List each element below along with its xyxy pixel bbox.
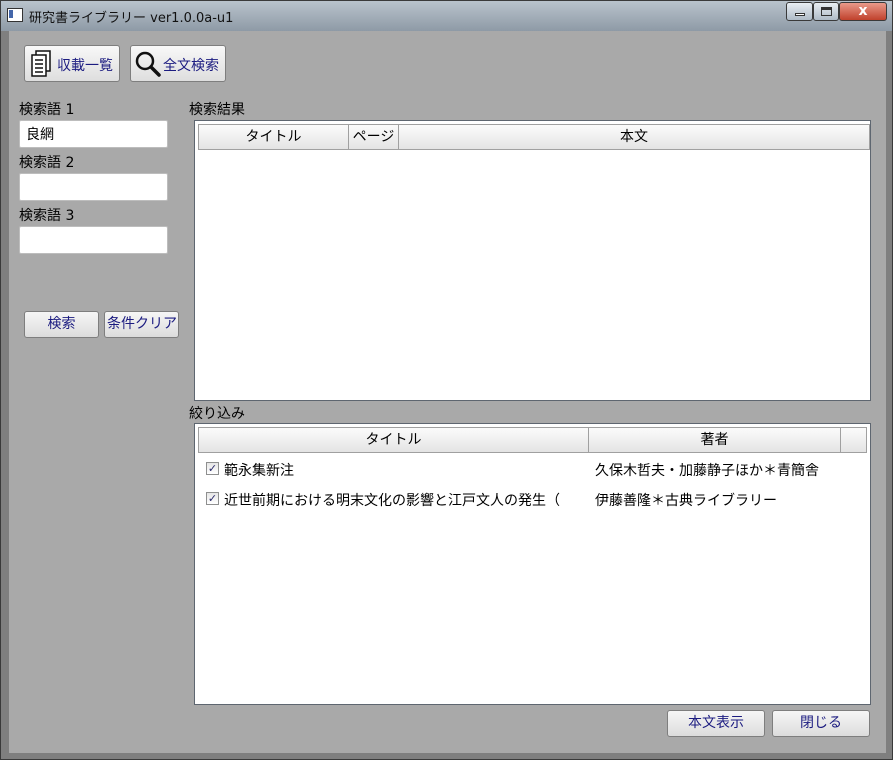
app-window: 研究書ライブラリー ver1.0.0a-u1 x 収載一覧 全文検索 検索語 1… xyxy=(0,0,893,760)
close-button[interactable]: 閉じる xyxy=(772,710,870,737)
results-header-page[interactable]: ページ xyxy=(348,124,399,150)
maximize-button[interactable] xyxy=(813,2,839,21)
filter-header-spacer xyxy=(840,427,867,453)
window-title: 研究書ライブラリー ver1.0.0a-u1 xyxy=(29,11,234,26)
term1-input[interactable] xyxy=(19,120,168,148)
main-content: 収載一覧 全文検索 検索語 1 検索語 2 検索語 3 検索 条件クリア 検索結… xyxy=(9,31,886,753)
filter-row[interactable]: ✓ 近世前期における明末文化の影響と江戸文人の発生（ 伊藤善隆＊古典ライブラリー xyxy=(200,487,860,511)
catalog-list-label: 収載一覧 xyxy=(57,58,113,74)
filter-row[interactable]: ✓ 範永集新注 久保木哲夫・加藤静子ほか＊青簡舎 xyxy=(200,457,860,481)
term3-input[interactable] xyxy=(19,226,168,254)
minimize-icon xyxy=(795,13,805,16)
row-author: 久保木哲夫・加藤静子ほか＊青簡舎 xyxy=(595,463,819,479)
fulltext-search-label: 全文検索 xyxy=(163,58,219,74)
fulltext-search-button[interactable]: 全文検索 xyxy=(130,45,226,82)
results-header-title[interactable]: タイトル xyxy=(198,124,349,150)
term3-label: 検索語 3 xyxy=(19,208,75,224)
row-title: 近世前期における明末文化の影響と江戸文人の発生（ xyxy=(224,493,560,509)
row-checkbox[interactable]: ✓ xyxy=(206,492,219,505)
term1-label: 検索語 1 xyxy=(19,102,75,118)
results-header-body[interactable]: 本文 xyxy=(398,124,870,150)
app-icon xyxy=(7,8,23,22)
minimize-button[interactable] xyxy=(786,2,813,21)
show-text-button[interactable]: 本文表示 xyxy=(667,710,765,737)
filter-header-title[interactable]: タイトル xyxy=(198,427,589,453)
document-list-icon xyxy=(31,50,51,77)
title-bar[interactable]: 研究書ライブラリー ver1.0.0a-u1 x xyxy=(1,1,892,31)
search-button[interactable]: 検索 xyxy=(24,311,99,338)
filter-section-label: 絞り込み xyxy=(189,406,245,422)
row-checkbox[interactable]: ✓ xyxy=(206,462,219,475)
row-title: 範永集新注 xyxy=(224,463,294,479)
row-author: 伊藤善隆＊古典ライブラリー xyxy=(595,493,777,509)
results-table[interactable]: タイトル ページ 本文 xyxy=(194,120,871,401)
magnifier-icon xyxy=(135,51,161,77)
clear-conditions-button[interactable]: 条件クリア xyxy=(104,311,179,338)
filter-header-author[interactable]: 著者 xyxy=(588,427,841,453)
results-section-label: 検索結果 xyxy=(189,102,245,118)
filter-table[interactable]: タイトル 著者 ✓ 範永集新注 久保木哲夫・加藤静子ほか＊青簡舎 ✓ 近世前期に… xyxy=(194,423,871,705)
term2-input[interactable] xyxy=(19,173,168,201)
term2-label: 検索語 2 xyxy=(19,155,75,171)
maximize-icon xyxy=(821,7,832,16)
window-close-button[interactable]: x xyxy=(839,2,887,21)
catalog-list-button[interactable]: 収載一覧 xyxy=(24,45,120,82)
close-icon: x xyxy=(858,3,868,19)
